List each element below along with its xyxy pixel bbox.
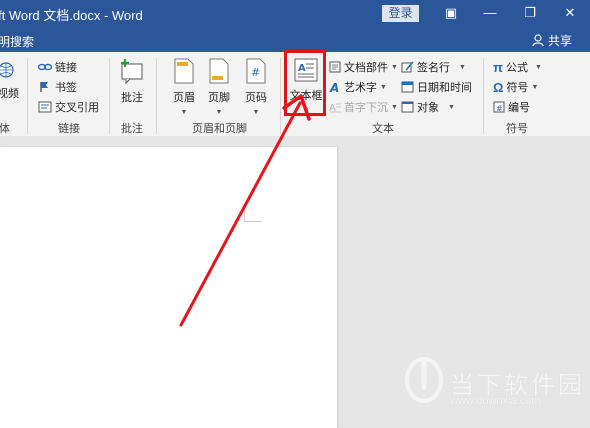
annotation-arrow: [179, 94, 311, 327]
watermark-url: www.downxia.com: [450, 395, 541, 407]
watermark-logo-icon: [405, 357, 443, 403]
site-watermark: 当下软件园 www.downxia.com: [404, 357, 582, 407]
